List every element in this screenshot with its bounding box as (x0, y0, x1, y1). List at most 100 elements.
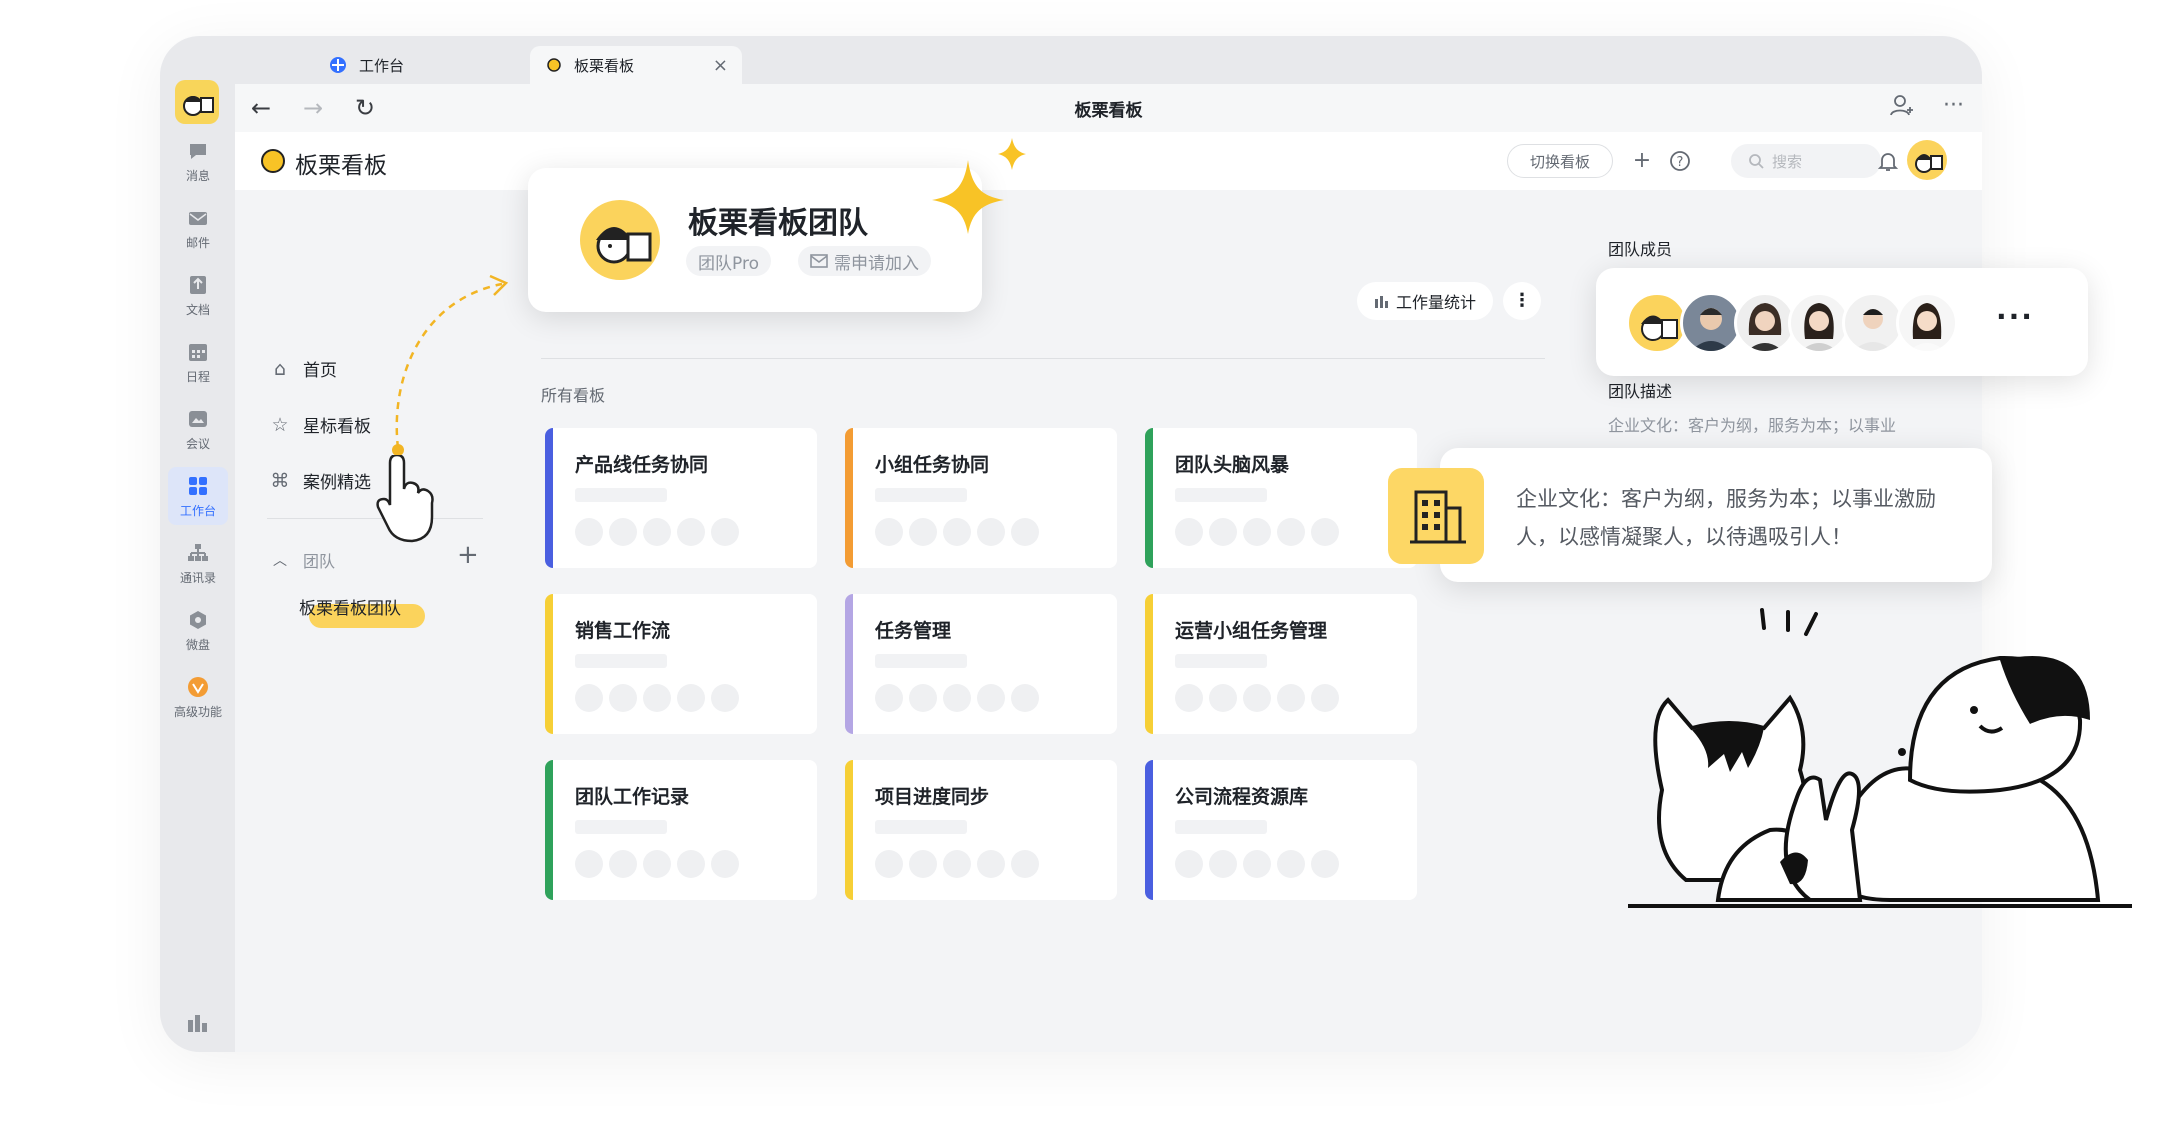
add-team-icon[interactable]: + (457, 540, 479, 570)
board-member-placeholders (875, 850, 1039, 878)
members-label: 团队成员 (1608, 240, 1673, 259)
rail-item-calendar[interactable]: 日程 (168, 333, 228, 391)
avatar-placeholder (1011, 518, 1039, 546)
member-avatar[interactable] (1788, 292, 1850, 354)
avatar-placeholder (609, 684, 637, 712)
description-preview: 企业文化：客户为纲，服务为本；以事业 (1608, 416, 1897, 435)
board-color-bar (845, 428, 853, 568)
avatar-placeholder (1175, 850, 1203, 878)
avatar-placeholder (1311, 850, 1339, 878)
member-avatar[interactable] (1734, 292, 1796, 354)
board-card[interactable]: 团队工作记录 (545, 760, 817, 900)
more-members-button[interactable]: ··· (1996, 300, 2034, 333)
avatar-placeholder (575, 850, 603, 878)
rail-label: 工作台 (179, 503, 216, 518)
rail-label: 通讯录 (179, 570, 216, 585)
avatar-placeholder (1277, 518, 1305, 546)
premium-badge-icon (186, 675, 210, 699)
board-card[interactable]: 团队头脑风暴 (1145, 428, 1417, 568)
home-icon: ⌂ (273, 357, 287, 380)
board-title: 产品线任务协同 (575, 454, 709, 476)
rail-label: 文档 (185, 302, 210, 317)
board-member-placeholders (575, 850, 739, 878)
user-avatar[interactable] (175, 80, 219, 124)
more-horizontal-icon[interactable]: ··· (1943, 93, 1964, 123)
building-icon (1388, 468, 1484, 564)
pointer-hand-icon (376, 455, 434, 543)
forward-arrow-icon[interactable]: → (287, 94, 339, 122)
board-placeholder (575, 654, 667, 668)
board-title: 小组任务协同 (875, 454, 990, 476)
description-text: 企业文化：客户为纲，服务为本；以事业激励人，以感情凝聚人，以待遇吸引人！ (1516, 487, 1936, 549)
avatar-placeholder (677, 850, 705, 878)
help-icon[interactable]: ? (1665, 146, 1695, 176)
team-name: 板栗看板团队 (688, 206, 868, 241)
rail-item-meeting[interactable]: 会议 (168, 400, 228, 458)
avatar-placeholder (1277, 850, 1305, 878)
rail-label: 消息 (185, 168, 210, 183)
members-card: ··· (1596, 268, 2088, 376)
sidebar-item-home[interactable]: ⌂ 首页 (269, 356, 337, 382)
sidebar-item-cases[interactable]: ⌘ 案例精选 (269, 468, 372, 494)
rail-item-messages[interactable]: 消息 (168, 132, 228, 190)
search-icon (1748, 153, 1764, 169)
switch-board-button[interactable]: 切换看板 (1507, 144, 1613, 178)
member-avatar[interactable] (1896, 292, 1958, 354)
board-placeholder (575, 820, 667, 834)
bottom-stats-icon[interactable] (186, 1012, 210, 1038)
workload-stats-button[interactable]: 工作量统计 (1357, 282, 1493, 320)
team-avatar (580, 200, 660, 280)
avatar-placeholder (875, 684, 903, 712)
tab-kanban[interactable]: 板栗看板 × (530, 46, 742, 84)
search-input[interactable]: 搜索 (1731, 144, 1881, 178)
user-avatar[interactable] (1907, 140, 1947, 180)
sidebar-item-team-kanban[interactable]: 板栗看板团队 (299, 594, 401, 619)
rail-item-contacts[interactable]: 通讯录 (168, 534, 228, 592)
avatar-placeholder (1243, 518, 1271, 546)
avatar-placeholder (711, 518, 739, 546)
join-request-badge[interactable]: 需申请加入 (798, 246, 931, 276)
bell-icon[interactable] (1873, 146, 1903, 176)
team-section-header[interactable]: ︿ 团队 (269, 548, 335, 572)
back-arrow-icon[interactable]: ← (235, 94, 287, 122)
close-icon[interactable]: × (713, 55, 728, 76)
board-placeholder (875, 488, 967, 502)
avatar-placeholder (909, 518, 937, 546)
add-icon[interactable]: + (1627, 146, 1657, 176)
avatar-placeholder (875, 518, 903, 546)
board-title: 项目进度同步 (875, 786, 990, 808)
avatar-placeholder (1011, 850, 1039, 878)
avatar-placeholder (1243, 684, 1271, 712)
board-card[interactable]: 销售工作流 (545, 594, 817, 734)
meeting-icon (186, 407, 210, 431)
board-card[interactable]: 运营小组任务管理 (1145, 594, 1417, 734)
more-vertical-icon[interactable]: ⋮ (1503, 282, 1541, 320)
mail-icon (810, 254, 828, 268)
rail-item-drive[interactable]: 微盘 (168, 601, 228, 659)
board-card[interactable]: 产品线任务协同 (545, 428, 817, 568)
rail-item-workspace[interactable]: 工作台 (168, 467, 228, 525)
board-card[interactable]: 公司流程资源库 (1145, 760, 1417, 900)
all-boards-label: 所有看板 (541, 386, 606, 405)
sidebar-divider (267, 518, 483, 519)
board-card[interactable]: 任务管理 (845, 594, 1117, 734)
sidebar-item-starred[interactable]: ☆ 星标看板 (269, 412, 371, 438)
tab-workspace[interactable]: 工作台 (313, 46, 529, 84)
board-placeholder (875, 654, 967, 668)
refresh-icon[interactable]: ↻ (339, 94, 391, 122)
board-card[interactable]: 小组任务协同 (845, 428, 1117, 568)
board-placeholder (875, 820, 967, 834)
member-avatar[interactable] (1842, 292, 1904, 354)
board-card[interactable]: 项目进度同步 (845, 760, 1117, 900)
board-placeholder (1175, 820, 1267, 834)
member-avatar[interactable] (1626, 292, 1688, 354)
rail-item-mail[interactable]: 邮件 (168, 199, 228, 257)
add-user-icon[interactable] (1889, 93, 1915, 123)
board-member-placeholders (575, 684, 739, 712)
app-name: 板栗看板 (295, 153, 387, 179)
left-rail: 消息 邮件 文档 日程 会议 工作台 通讯录 微盘 高级功能 (160, 36, 235, 1052)
rail-item-premium[interactable]: 高级功能 (168, 668, 228, 726)
rail-item-docs[interactable]: 文档 (168, 266, 228, 324)
member-avatar[interactable] (1680, 292, 1742, 354)
avatar-placeholder (1209, 518, 1237, 546)
